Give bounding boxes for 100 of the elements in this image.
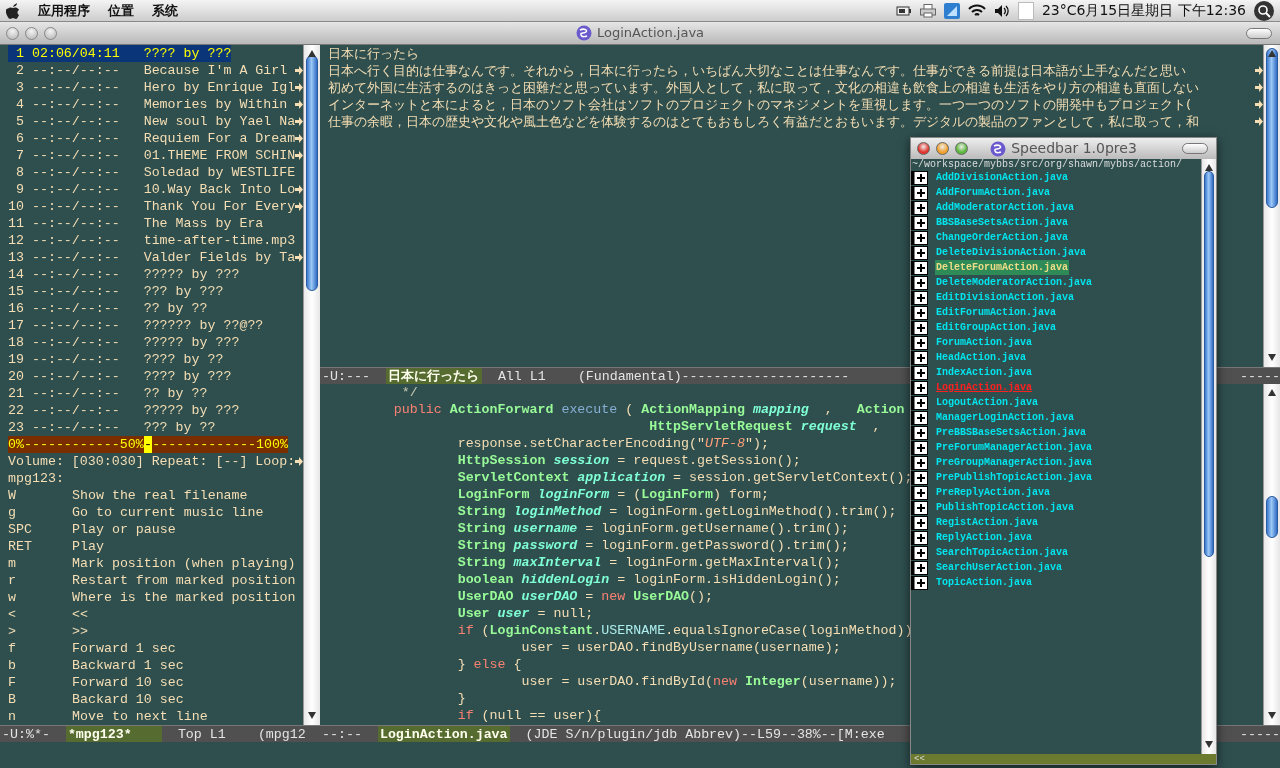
playlist-row[interactable]: 14 --:--/--:-- ????? by ??? [8,266,240,283]
expand-icon[interactable] [911,395,928,410]
expand-icon[interactable] [911,560,928,575]
file-link[interactable]: DeleteModeratorAction.java [935,275,1094,290]
file-link[interactable]: DeleteForumAction.java [935,260,1070,275]
expand-icon[interactable] [911,500,928,515]
expand-icon[interactable] [911,215,928,230]
menu-item[interactable]: 位置 [108,0,134,21]
expand-icon[interactable] [911,290,928,305]
expand-icon[interactable] [911,185,928,200]
file-link[interactable]: EditGroupAction.java [935,320,1058,335]
expand-icon[interactable] [911,320,928,335]
expand-icon[interactable] [911,470,928,485]
file-link[interactable]: ManagerLoginAction.java [935,410,1076,425]
toolbar-toggle-button[interactable] [1182,143,1208,154]
playlist-row[interactable]: 8 --:--/--:-- Soledad by WESTLIFE [8,164,296,181]
file-link[interactable]: PreBBSBaseSetsAction.java [935,425,1088,440]
scroll-thumb[interactable] [1266,48,1278,208]
file-link[interactable]: EditForumAction.java [935,305,1058,320]
playlist-row[interactable]: 6 --:--/--:-- Requiem For a Dream [8,130,296,147]
playlist-row[interactable]: 21 --:--/--:-- ?? by ?? [8,385,208,402]
playlist-row[interactable]: 17 --:--/--:-- ?????? by ??@?? [8,317,264,334]
file-link[interactable]: EditDivisionAction.java [935,290,1076,305]
menu-item[interactable]: 应用程序 [38,0,90,21]
scroll-down-icon[interactable] [308,712,316,719]
zoom-button[interactable] [44,26,57,40]
scroll-down-icon[interactable] [1268,712,1276,719]
clock[interactable]: 23°C6月15日星期日 下午12:36 [1041,0,1246,21]
playlist-row[interactable]: 13 --:--/--:-- Valder Fields by Ta [8,249,296,266]
expand-icon[interactable] [911,200,928,215]
expand-icon[interactable] [911,245,928,260]
file-link[interactable]: DeleteDivisionAction.java [935,245,1088,260]
file-link[interactable]: AddForumAction.java [935,185,1052,200]
expand-icon[interactable] [911,365,928,380]
buffer-name[interactable]: LoginAction.java [377,726,510,742]
expand-icon[interactable] [911,485,928,500]
expand-icon[interactable] [911,335,928,350]
scrollbar[interactable] [303,45,320,725]
toolbar-toggle-button[interactable] [1246,27,1272,39]
playlist-row[interactable]: 23 --:--/--:-- ??? by ?? [8,419,216,436]
file-link[interactable]: TopicAction.java [935,575,1033,590]
scroll-up-icon[interactable] [1268,50,1276,57]
file-link[interactable]: PublishTopicAction.java [935,500,1076,515]
file-link[interactable]: ReplyAction.java [935,530,1033,545]
expand-icon[interactable] [911,350,928,365]
playlist-row[interactable]: 4 --:--/--:-- Memories by Within [8,96,288,113]
playlist-row[interactable]: 1 02:06/04:11 ???? by ??? [8,45,232,62]
volume-icon[interactable] [993,3,1010,18]
file-link[interactable]: SearchTopicAction.java [935,545,1070,560]
close-button[interactable] [6,26,19,40]
expand-icon[interactable] [911,230,928,245]
playlist-row[interactable]: 19 --:--/--:-- ???? by ?? [8,351,224,368]
printer-icon[interactable] [919,3,936,18]
playlist-row[interactable]: 20 --:--/--:-- ???? by ??? [8,368,232,385]
playlist-row[interactable]: 10 --:--/--:-- Thank You For Every [8,198,296,215]
battery-icon[interactable] [895,5,912,16]
expand-icon[interactable] [911,425,928,440]
scroll-thumb[interactable] [1204,171,1214,557]
file-link[interactable]: IndexAction.java [935,365,1033,380]
scrollbar[interactable] [1263,45,1280,367]
playlist-row[interactable]: 9 --:--/--:-- 10.Way Back Into Lo [8,181,296,198]
playlist-row[interactable]: 11 --:--/--:-- The Mass by Era [8,215,264,232]
expand-icon[interactable] [911,575,928,590]
buffer-name[interactable]: 日本に行ったら [385,368,482,384]
search-icon[interactable] [1254,0,1274,21]
expand-icon[interactable] [911,260,928,275]
file-link[interactable]: ChangeOrderAction.java [935,230,1070,245]
file-link[interactable]: RegistAction.java [935,515,1040,530]
playlist-row[interactable]: 3 --:--/--:-- Hero by Enrique Igl [8,79,296,96]
file-link[interactable]: PreForumManagerAction.java [935,440,1094,455]
close-button[interactable] [917,142,930,155]
playlist-row[interactable]: 2 --:--/--:-- Because I'm A Girl [8,62,288,79]
playlist-row[interactable]: 18 --:--/--:-- ????? by ??? [8,334,240,351]
file-link[interactable]: BBSBaseSetsAction.java [935,215,1070,230]
expand-icon[interactable] [911,545,928,560]
file-link[interactable]: PreGroupManagerAction.java [935,455,1094,470]
zoom-button[interactable] [955,142,968,155]
playlist-row[interactable]: 12 --:--/--:-- time-after-time.mp3 [8,232,296,249]
minimize-button[interactable] [25,26,38,40]
expand-icon[interactable] [911,530,928,545]
scroll-up-icon[interactable] [308,50,316,57]
playlist-row[interactable]: 16 --:--/--:-- ?? by ?? [8,300,208,317]
minimize-button[interactable] [936,142,949,155]
menu-item[interactable]: 系统 [152,0,178,21]
expand-icon[interactable] [911,305,928,320]
file-link[interactable]: LogoutAction.java [935,395,1040,410]
playlist-row[interactable]: 5 --:--/--:-- New soul by Yael Na [8,113,296,130]
expand-icon[interactable] [911,170,928,185]
playlist-row[interactable]: 15 --:--/--:-- ??? by ??? [8,283,224,300]
playlist-row[interactable]: 22 --:--/--:-- ????? by ??? [8,402,240,419]
scroll-thumb[interactable] [1266,496,1278,538]
scrollbar[interactable] [1263,384,1280,725]
scroll-thumb[interactable] [306,55,318,291]
expand-icon[interactable] [911,410,928,425]
scroll-up-icon[interactable] [1268,389,1276,396]
file-link[interactable]: ForumAction.java [935,335,1033,350]
scroll-down-icon[interactable] [1268,354,1276,361]
app-icon[interactable] [943,2,960,19]
file-link[interactable]: AddModeratorAction.java [935,200,1076,215]
file-link[interactable]: PrePublishTopicAction.java [935,470,1094,485]
